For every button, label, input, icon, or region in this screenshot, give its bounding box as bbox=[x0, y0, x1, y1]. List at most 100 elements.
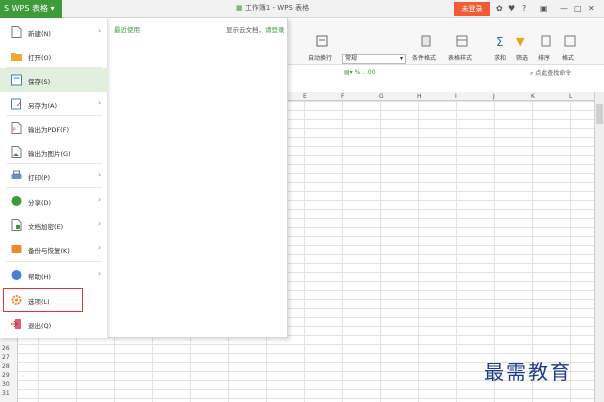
menu-item-options[interactable]: 选项(L) bbox=[3, 288, 83, 312]
row-number[interactable]: 27 bbox=[2, 353, 10, 362]
window-title: ▦ 工作簿1 - WPS 表格 bbox=[236, 3, 309, 13]
column-header-cell[interactable]: K bbox=[531, 93, 535, 100]
auto-wrap-icon[interactable] bbox=[316, 35, 328, 47]
sort-icon[interactable] bbox=[540, 35, 552, 47]
chevron-right-icon: › bbox=[98, 98, 102, 107]
menu-item-save[interactable]: 保存(S) bbox=[0, 68, 108, 92]
filter-label[interactable]: 筛选 bbox=[516, 53, 528, 62]
filter-icon[interactable]: ▼ bbox=[516, 35, 524, 48]
menu-item-backup[interactable]: 备份与恢复(K) › bbox=[0, 237, 108, 261]
menu-item-export-image[interactable]: 输出为图片(G) bbox=[0, 140, 108, 164]
find-command-label: 点此查找命令 bbox=[535, 70, 572, 77]
cloud-prompt-text: 显示云文档， bbox=[226, 26, 265, 34]
chevron-right-icon: › bbox=[98, 170, 102, 179]
exit-icon bbox=[11, 319, 21, 329]
row-number[interactable]: 26 bbox=[2, 344, 10, 353]
backup-icon bbox=[11, 245, 22, 253]
sum-icon[interactable]: Σ bbox=[496, 35, 504, 49]
menu-item-label: 帮助(H) bbox=[28, 273, 51, 281]
column-header-cell[interactable]: E bbox=[303, 93, 307, 100]
menu-item-save-as[interactable]: 另存为(A) › bbox=[0, 92, 108, 116]
close-icon[interactable]: ✕ bbox=[588, 3, 595, 15]
menu-item-label: 另存为(A) bbox=[28, 102, 58, 110]
menu-item-label: 输出为PDF(F) bbox=[28, 126, 69, 134]
scrollbar-thumb[interactable] bbox=[596, 104, 603, 124]
chevron-right-icon: › bbox=[98, 26, 102, 35]
title-bar: S WPS 表格 ▾ ▦ 工作簿1 - WPS 表格 未登录 ✿ ♥ ? ▣ —… bbox=[0, 0, 604, 18]
encrypt-icon bbox=[11, 219, 22, 231]
table-style-icon[interactable] bbox=[456, 35, 468, 47]
currency-icon[interactable]: ▤▾ % ‚ .00 bbox=[344, 69, 376, 76]
conditional-format-icon[interactable] bbox=[420, 35, 432, 47]
row-number[interactable]: 28 bbox=[2, 362, 10, 371]
column-header-cell[interactable]: H bbox=[417, 93, 422, 100]
cloud-prompt: 显示云文档，请登录 bbox=[226, 24, 285, 34]
maximize-icon[interactable]: □ bbox=[574, 3, 582, 15]
chevron-right-icon: › bbox=[98, 269, 102, 278]
menu-item-share[interactable]: 分享(D) › bbox=[0, 189, 108, 213]
menu-item-label: 文档加密(E) bbox=[28, 223, 64, 231]
chevron-down-icon: ▾ bbox=[399, 55, 403, 62]
workbook-icon: ▦ bbox=[236, 4, 245, 12]
menu-item-label: 新建(N) bbox=[28, 30, 51, 38]
column-header-cell[interactable]: I bbox=[455, 93, 457, 100]
app-menu-button[interactable]: S WPS 表格 ▾ bbox=[0, 0, 62, 18]
help-button[interactable]: ? bbox=[522, 3, 526, 15]
number-format-select[interactable]: 常规 ▾ bbox=[342, 54, 406, 64]
menu-separator bbox=[6, 187, 102, 188]
save-as-icon bbox=[11, 98, 22, 110]
auto-wrap-label[interactable]: 自动换行 bbox=[308, 53, 332, 62]
file-menu: 新建(N) › 打开(O) 保存(S) 另存为(A) › P 输出为PDF(F)… bbox=[0, 18, 108, 338]
row-number[interactable]: 31 bbox=[2, 389, 10, 398]
new-file-icon bbox=[11, 26, 22, 38]
format-icon[interactable] bbox=[564, 35, 576, 47]
menu-item-label: 输出为图片(G) bbox=[28, 150, 71, 158]
menu-item-label: 备份与恢复(K) bbox=[28, 247, 70, 255]
table-style-label[interactable]: 表格样式 bbox=[448, 53, 472, 62]
format-label[interactable]: 格式 bbox=[562, 53, 574, 62]
recent-title: 最近使用 bbox=[114, 26, 140, 34]
row-number[interactable]: 30 bbox=[2, 380, 10, 389]
column-header-cell[interactable]: L bbox=[569, 93, 572, 100]
image-icon bbox=[11, 146, 22, 158]
pdf-icon: P bbox=[11, 122, 22, 134]
find-command-box[interactable]: ⌕ 点此查找命令 bbox=[530, 68, 571, 78]
menu-item-print[interactable]: 打印(P) › bbox=[0, 164, 108, 188]
sort-label[interactable]: 排序 bbox=[538, 53, 550, 62]
column-header-cell[interactable]: F bbox=[341, 93, 344, 100]
menu-item-exit[interactable]: 退出(Q) bbox=[0, 312, 108, 336]
login-link[interactable]: 请登录 bbox=[265, 26, 285, 34]
menu-item-label: 选项(L) bbox=[28, 298, 50, 306]
menu-item-label: 打开(O) bbox=[28, 54, 52, 62]
watermark: 最需教育 bbox=[484, 360, 572, 384]
feedback-icon[interactable]: ♥ bbox=[508, 3, 515, 15]
menu-item-label: 打印(P) bbox=[28, 174, 50, 182]
number-format-value: 常规 bbox=[345, 55, 358, 62]
login-button[interactable]: 未登录 bbox=[454, 2, 490, 16]
menu-item-label: 退出(Q) bbox=[28, 322, 52, 330]
options-gear-icon bbox=[11, 295, 22, 305]
menu-item-export-pdf[interactable]: P 输出为PDF(F) bbox=[0, 116, 108, 140]
minimize-icon[interactable]: — bbox=[560, 3, 568, 15]
vertical-scrollbar[interactable] bbox=[594, 92, 604, 402]
menu-item-encrypt[interactable]: 文档加密(E) › bbox=[0, 213, 108, 237]
column-header-cell[interactable]: G bbox=[379, 93, 384, 100]
row-number[interactable]: 29 bbox=[2, 371, 10, 380]
chevron-right-icon: › bbox=[98, 243, 102, 252]
recent-files-panel: 最近使用 显示云文档，请登录 bbox=[108, 18, 288, 338]
conditional-format-label[interactable]: 条件格式 bbox=[412, 53, 436, 62]
wps-logo-icon: S bbox=[4, 4, 12, 13]
save-icon bbox=[11, 74, 22, 86]
column-header-cell[interactable]: J bbox=[493, 93, 495, 100]
menu-item-help[interactable]: 帮助(H) › bbox=[0, 263, 108, 287]
skin-icon[interactable]: ✿ bbox=[496, 3, 503, 15]
sum-label[interactable]: 求和 bbox=[494, 53, 506, 62]
window-title-text: 工作簿1 - WPS 表格 bbox=[244, 4, 310, 12]
share-icon bbox=[11, 196, 22, 206]
ribbon-toggle-icon[interactable]: ▣ bbox=[540, 3, 548, 15]
print-icon bbox=[11, 170, 22, 179]
menu-item-new[interactable]: 新建(N) › bbox=[0, 20, 108, 44]
chevron-right-icon: › bbox=[98, 219, 102, 228]
menu-item-open[interactable]: 打开(O) bbox=[0, 44, 108, 68]
chevron-right-icon: › bbox=[98, 195, 102, 204]
